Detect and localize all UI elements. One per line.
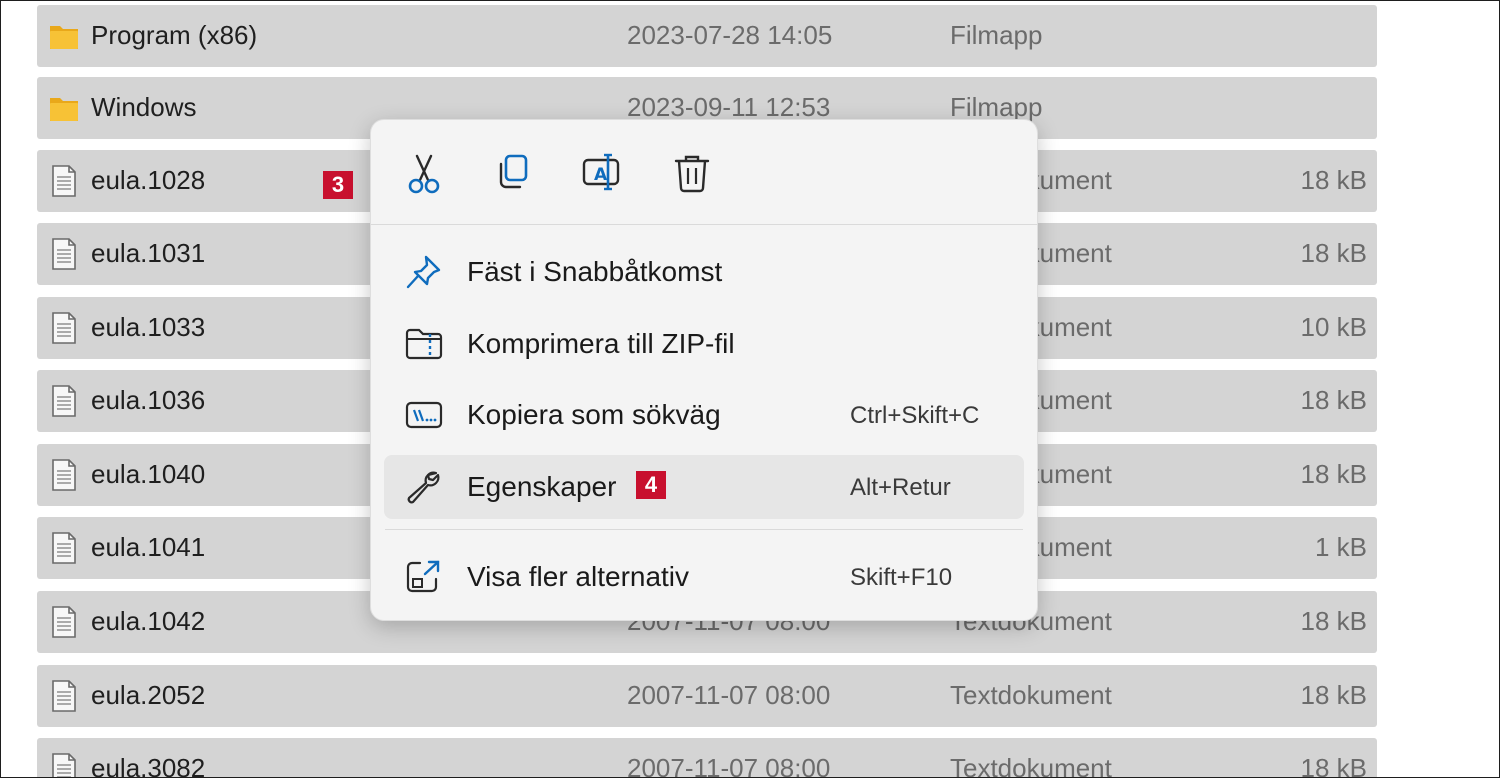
text-file-icon bbox=[52, 312, 76, 344]
zip-folder-icon bbox=[405, 328, 443, 360]
menu-divider bbox=[385, 529, 1023, 530]
file-size: 18 kB bbox=[1300, 238, 1368, 268]
file-size: 18 kB bbox=[1300, 165, 1368, 195]
menu-item-properties[interactable]: Egenskaper 4 Alt+Retur bbox=[384, 455, 1024, 519]
file-size: 18 kB bbox=[1300, 753, 1368, 778]
text-file-icon bbox=[52, 459, 76, 491]
file-row-eula-2052[interactable]: eula.2052 2007-11-07 08:00 Textdokument … bbox=[37, 665, 1377, 727]
file-date: 2007-11-07 08:00 bbox=[627, 753, 831, 778]
file-type: Textdokument bbox=[950, 680, 1112, 710]
menu-item-shortcut: Alt+Retur bbox=[850, 474, 951, 501]
text-file-icon bbox=[52, 680, 76, 712]
text-file-icon bbox=[52, 385, 76, 417]
show-more-icon bbox=[406, 560, 440, 593]
menu-item-label: Kopiera som sökväg bbox=[467, 399, 721, 430]
file-name: eula.1031 bbox=[91, 238, 206, 268]
file-type: Textdokument bbox=[950, 753, 1112, 778]
rename-icon[interactable]: A bbox=[579, 150, 627, 198]
menu-item-label: Komprimera till ZIP-fil bbox=[467, 328, 735, 359]
menu-item-label: Egenskaper bbox=[467, 471, 617, 502]
file-size: 18 kB bbox=[1300, 385, 1368, 415]
file-size: 10 kB bbox=[1300, 312, 1368, 342]
menu-item-show-more-options[interactable]: Visa fler alternativ Skift+F10 bbox=[384, 545, 1024, 609]
file-name: eula.2052 bbox=[91, 680, 206, 710]
file-size: 18 kB bbox=[1300, 680, 1368, 710]
annotation-badge: 3 bbox=[323, 171, 353, 199]
menu-item-pin-quick-access[interactable]: Fäst i Snabbåtkomst bbox=[384, 240, 1024, 304]
file-size: 1 kB bbox=[1314, 532, 1367, 562]
text-file-icon bbox=[52, 532, 76, 564]
copy-path-icon bbox=[405, 401, 443, 429]
file-size: 18 kB bbox=[1300, 459, 1368, 489]
delete-icon[interactable] bbox=[668, 150, 716, 198]
menu-item-label: Fäst i Snabbåtkomst bbox=[467, 256, 723, 287]
text-file-icon bbox=[52, 238, 76, 270]
menu-item-shortcut: Ctrl+Skift+C bbox=[850, 402, 980, 429]
file-name: eula.1036 bbox=[91, 385, 206, 415]
file-date: 2007-11-07 08:00 bbox=[627, 680, 831, 710]
file-name: eula.1041 bbox=[91, 532, 206, 562]
menu-divider bbox=[371, 224, 1037, 225]
annotation-badge: 4 bbox=[636, 471, 666, 499]
wrench-icon bbox=[407, 471, 440, 504]
folder-icon bbox=[50, 98, 78, 121]
copy-icon[interactable] bbox=[490, 150, 538, 198]
file-date: 2023-07-28 14:05 bbox=[627, 20, 833, 50]
menu-item-label: Visa fler alternativ bbox=[467, 561, 690, 592]
file-row-program-x86[interactable]: Program (x86) 2023-07-28 14:05 Filmapp bbox=[37, 5, 1377, 67]
text-file-icon bbox=[52, 165, 76, 197]
text-file-icon bbox=[52, 753, 76, 777]
file-size: 18 kB bbox=[1300, 606, 1368, 636]
file-name: eula.1033 bbox=[91, 312, 206, 342]
file-name: eula.1042 bbox=[91, 606, 206, 636]
file-name: eula.1028 bbox=[91, 165, 206, 195]
file-name: Program (x86) bbox=[91, 20, 258, 50]
cut-icon[interactable] bbox=[400, 150, 448, 198]
explorer-window: Program (x86) 2023-07-28 14:05 Filmapp W… bbox=[0, 0, 1500, 778]
file-name: eula.1040 bbox=[91, 459, 206, 489]
file-name: Windows bbox=[91, 92, 197, 122]
file-name: eula.3082 bbox=[91, 753, 206, 778]
folder-icon bbox=[50, 26, 78, 49]
text-file-icon bbox=[52, 606, 76, 638]
file-type: Filmapp bbox=[950, 20, 1043, 50]
pin-icon bbox=[406, 255, 441, 289]
menu-item-copy-as-path[interactable]: Kopiera som sökväg Ctrl+Skift+C bbox=[384, 383, 1024, 447]
menu-item-shortcut: Skift+F10 bbox=[850, 564, 953, 591]
context-menu: A Fäst i Snabbåtkomst Komprimera till ZI… bbox=[370, 119, 1038, 621]
file-row-eula-3082[interactable]: eula.3082 2007-11-07 08:00 Textdokument … bbox=[37, 738, 1377, 778]
svg-text:A: A bbox=[594, 165, 608, 185]
menu-item-compress-zip[interactable]: Komprimera till ZIP-fil bbox=[384, 312, 1024, 376]
